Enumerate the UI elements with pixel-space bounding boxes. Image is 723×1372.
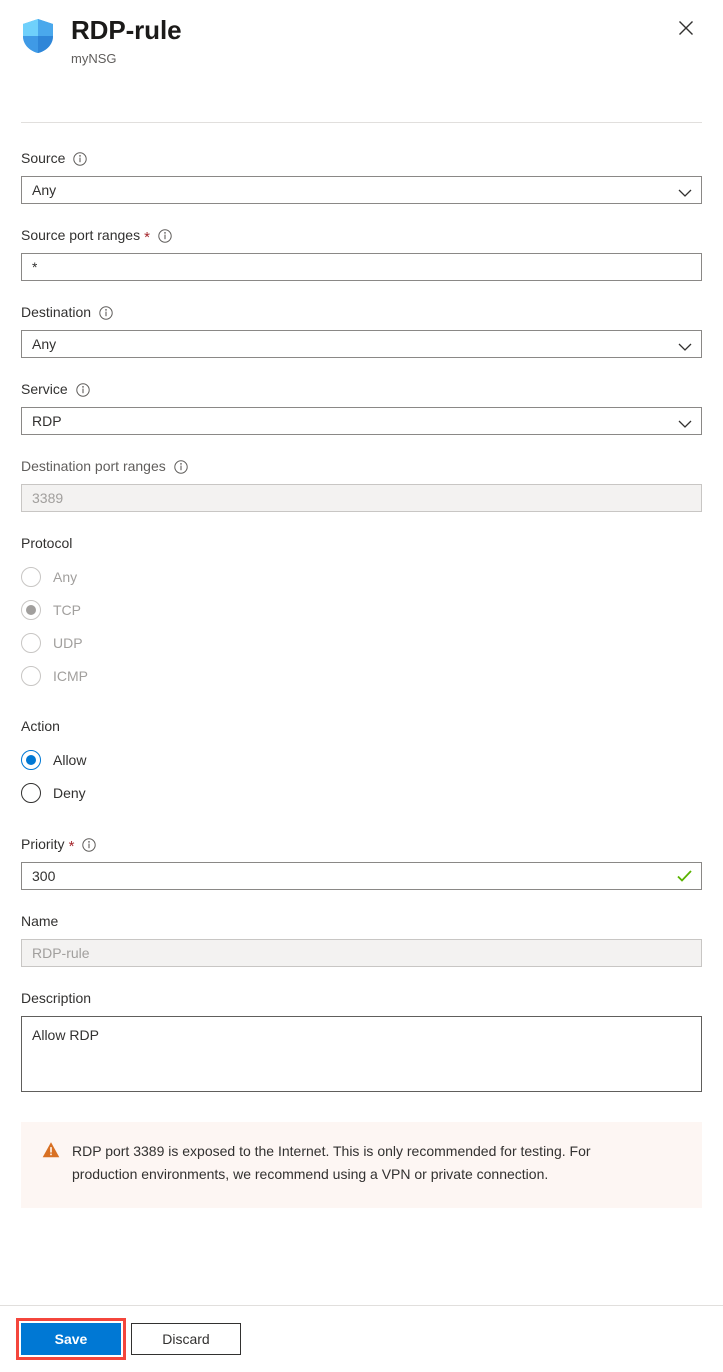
info-icon[interactable] [174,460,188,474]
source-label: Source [21,149,702,168]
required-asterisk: * [69,840,75,854]
title-block: RDP-rule myNSG [71,14,181,68]
chevron-down-icon [678,185,692,195]
field-source-port-ranges: Source port ranges * * [21,226,702,281]
protocol-radio-udp: UDP [21,626,702,659]
info-icon[interactable] [76,383,90,397]
page-title: RDP-rule [71,14,181,46]
page-subtitle: myNSG [71,50,181,68]
description-value: Allow RDP [32,1027,99,1043]
field-destination-port-ranges: Destination port ranges 3389 [21,457,702,512]
chevron-down-icon [678,339,692,349]
field-service: Service RDP [21,380,702,435]
required-asterisk: * [144,231,150,245]
field-description: Description Allow RDP [21,989,702,1092]
rule-details-blade: RDP-rule myNSG Source [0,0,723,1372]
protocol-radio-tcp: TCP [21,593,702,626]
priority-input[interactable]: 300 [21,862,702,890]
radio-icon [21,783,41,803]
chevron-down-icon [678,416,692,426]
discard-button[interactable]: Discard [131,1323,241,1355]
destination-port-ranges-label-text: Destination port ranges [21,457,166,476]
priority-label: Priority * [21,835,702,854]
priority-value: 300 [32,863,55,889]
destination-port-ranges-input: 3389 [21,484,702,512]
radio-icon [21,666,41,686]
action-label: Action [21,717,702,736]
close-icon [678,20,694,39]
radio-selected-icon [21,600,41,620]
destination-label-text: Destination [21,303,91,322]
action-radio-deny[interactable]: Deny [21,776,702,809]
action-radio-group: Action Allow Deny [21,717,702,809]
protocol-radio-group: Protocol Any TCP UDP ICMP [21,534,702,692]
destination-label: Destination [21,303,702,322]
action-radio-allow-label: Allow [53,750,86,770]
source-dropdown[interactable]: Any [21,176,702,204]
field-name: Name RDP-rule [21,912,702,967]
warning-triangle-icon [42,1141,60,1159]
destination-dropdown[interactable]: Any [21,330,702,358]
name-value: RDP-rule [32,940,90,966]
save-button[interactable]: Save [21,1323,121,1355]
protocol-radio-udp-label: UDP [53,633,83,653]
action-radio-allow[interactable]: Allow [21,743,702,776]
protocol-radio-icmp: ICMP [21,659,702,692]
warning-banner: RDP port 3389 is exposed to the Internet… [21,1122,702,1208]
protocol-radio-any: Any [21,560,702,593]
description-label-text: Description [21,989,91,1008]
destination-port-ranges-value: 3389 [32,485,63,511]
blade-footer: Save Discard [0,1305,723,1372]
protocol-label: Protocol [21,534,702,553]
description-textarea[interactable]: Allow RDP [21,1016,702,1092]
warning-text: RDP port 3389 is exposed to the Internet… [72,1140,632,1186]
shield-icon [21,18,55,54]
source-value: Any [32,177,56,203]
action-radio-deny-label: Deny [53,783,86,803]
name-label-text: Name [21,912,58,931]
checkmark-icon [677,870,692,883]
name-label: Name [21,912,702,931]
save-button-wrapper: Save [21,1323,121,1355]
service-label-text: Service [21,380,68,399]
info-icon[interactable] [99,306,113,320]
field-priority: Priority * 300 [21,835,702,890]
source-port-ranges-label-text: Source port ranges [21,226,140,245]
radio-icon [21,567,41,587]
destination-port-ranges-label: Destination port ranges [21,457,702,476]
source-port-ranges-input[interactable]: * [21,253,702,281]
info-icon[interactable] [158,229,172,243]
radio-icon [21,633,41,653]
service-value: RDP [32,408,62,434]
protocol-radio-icmp-label: ICMP [53,666,88,686]
name-input: RDP-rule [21,939,702,967]
close-button[interactable] [671,14,701,44]
info-icon[interactable] [82,838,96,852]
protocol-radio-any-label: Any [53,567,77,587]
protocol-radio-tcp-label: TCP [53,600,81,620]
priority-label-text: Priority [21,835,65,854]
header-row: RDP-rule myNSG [21,14,702,68]
source-label-text: Source [21,149,65,168]
info-icon[interactable] [73,152,87,166]
description-label: Description [21,989,702,1008]
source-port-ranges-value: * [32,254,37,280]
radio-selected-icon [21,750,41,770]
service-label: Service [21,380,702,399]
blade-body: Source Any [0,123,723,1305]
service-dropdown[interactable]: RDP [21,407,702,435]
blade-header: RDP-rule myNSG [0,0,723,122]
destination-value: Any [32,331,56,357]
field-destination: Destination Any [21,303,702,358]
field-source: Source Any [21,149,702,204]
source-port-ranges-label: Source port ranges * [21,226,702,245]
